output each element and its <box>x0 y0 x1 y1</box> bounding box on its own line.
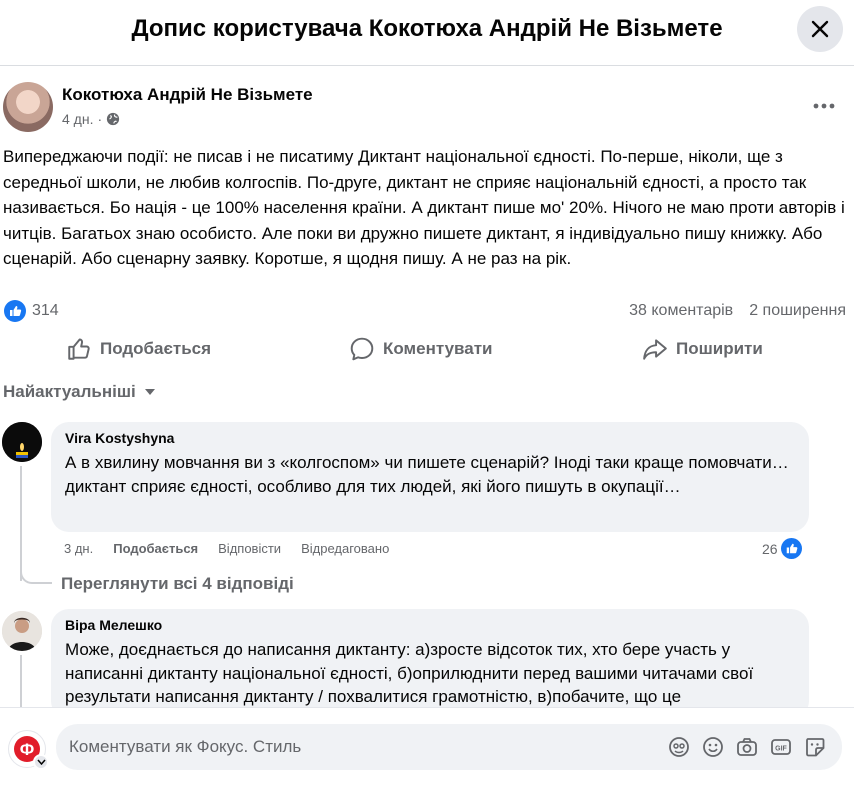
comment-label: Коментувати <box>383 339 493 358</box>
gif-icon: GIF <box>771 739 791 755</box>
comment-bubble: Віра Мелешко Може, доєднається до написа… <box>51 609 809 719</box>
close-button[interactable] <box>797 6 843 52</box>
close-icon <box>811 20 829 38</box>
comment-time[interactable]: 3 дн. <box>64 541 93 556</box>
like-reaction-icon <box>4 300 26 322</box>
more-options-button[interactable] <box>808 90 840 122</box>
share-arrow-icon <box>643 339 667 360</box>
comment-reactions[interactable]: 26 <box>762 538 802 559</box>
shares-count[interactable]: 2 поширення <box>749 302 846 320</box>
share-label: Поширити <box>676 339 763 358</box>
post-meta: 4 дн. · <box>62 111 120 127</box>
comments-count[interactable]: 38 коментарів <box>629 302 733 320</box>
caret-down-icon <box>144 389 155 395</box>
thread-line <box>20 655 22 715</box>
photo-button[interactable] <box>736 736 758 758</box>
globe-icon <box>107 112 120 126</box>
reactions-summary[interactable]: 314 <box>4 300 59 322</box>
switch-profile-button[interactable] <box>33 754 49 770</box>
comment-bubble-icon <box>350 337 374 361</box>
smiley-icon <box>703 737 723 757</box>
post-text: Випереджаючи події: не писав і не писати… <box>3 147 845 268</box>
post-actions: Подобається Коментувати Поширити <box>0 330 854 372</box>
comment-composer: Ф GIF <box>0 707 854 786</box>
composer-tools: GIF <box>668 736 826 758</box>
person-photo-icon <box>2 611 42 651</box>
sticker-button[interactable] <box>804 736 826 758</box>
comment-text: А в хвилину мовчання ви з «колгоспом» чи… <box>65 453 789 496</box>
comment-likes-count: 26 <box>762 540 778 557</box>
commenter-avatar[interactable] <box>2 611 42 651</box>
post-time[interactable]: 4 дн. <box>62 111 93 127</box>
like-reaction-icon <box>780 538 802 559</box>
sort-label: Найактуальніші <box>3 382 136 401</box>
dialog-header: Допис користувача Кокотюха Андрій Не Віз… <box>0 0 854 66</box>
like-button[interactable]: Подобається <box>66 336 211 362</box>
emoji-button[interactable] <box>702 736 724 758</box>
thumbs-up-icon <box>68 338 90 360</box>
share-button[interactable]: Поширити <box>642 336 763 362</box>
comment-author[interactable]: Віра Мелешко <box>65 617 795 633</box>
comment-bubble: Vira Kostyshyna А в хвилину мовчання ви … <box>51 422 809 532</box>
more-dots-icon <box>813 103 835 109</box>
comment-edited-label: Відредаговано <box>301 541 390 556</box>
post-header: Кокотюха Андрій Не Візьмете 4 дн. · <box>0 78 854 138</box>
reactions-count: 314 <box>32 302 59 319</box>
comment-like-button[interactable]: Подобається <box>113 541 198 556</box>
author-name[interactable]: Кокотюха Андрій Не Візьмете <box>62 85 313 105</box>
thread-connector <box>20 560 52 584</box>
view-replies-link[interactable]: Переглянути всі 4 відповіді <box>61 574 294 594</box>
post-counts: 38 коментарів 2 поширення <box>629 302 846 320</box>
dialog-title: Допис користувача Кокотюха Андрій Не Віз… <box>131 15 723 42</box>
candle-image-icon <box>2 422 42 462</box>
gif-button[interactable]: GIF <box>770 736 792 758</box>
chevron-down-icon <box>36 759 46 765</box>
svg-text:GIF: GIF <box>775 746 787 753</box>
camera-icon <box>737 738 757 756</box>
composer-avatar-letter: Ф <box>20 740 35 759</box>
comment-button[interactable]: Коментувати <box>349 336 493 362</box>
comment-reply-button[interactable]: Відповісти <box>218 541 281 556</box>
comment-text: Може, доєднається до написання диктанту:… <box>65 640 754 706</box>
comment-sort-dropdown[interactable]: Найактуальніші <box>3 382 156 402</box>
author-avatar[interactable] <box>3 82 53 132</box>
comment-actions: 3 дн. Подобається Відповісти Відредагова… <box>64 541 389 556</box>
commenter-avatar[interactable] <box>2 422 42 462</box>
sticker-icon <box>806 738 825 757</box>
like-label: Подобається <box>100 339 212 358</box>
comment-author[interactable]: Vira Kostyshyna <box>65 430 795 446</box>
avatar-sticker-button[interactable] <box>668 736 690 758</box>
avatar-icon <box>669 737 689 757</box>
